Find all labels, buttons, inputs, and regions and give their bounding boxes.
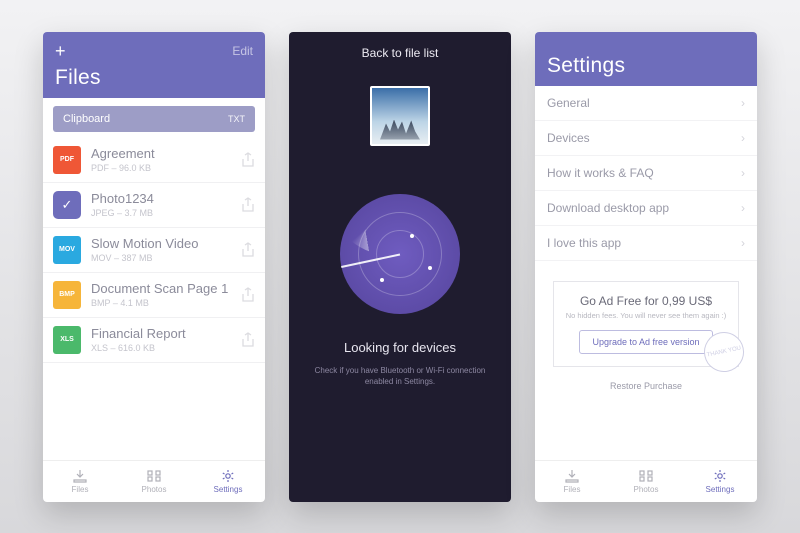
promo-title: Go Ad Free for 0,99 US$ <box>564 294 728 308</box>
tab-files[interactable]: Files <box>535 469 609 494</box>
gear-icon <box>712 469 728 483</box>
settings-row-love[interactable]: I love this app › <box>535 226 757 261</box>
settings-row-desktop[interactable]: Download desktop app › <box>535 191 757 226</box>
file-list: PDF Agreement PDF – 96.0 KB ✓ Photo1234 … <box>43 138 265 460</box>
radar-needle <box>341 254 400 268</box>
tab-settings[interactable]: Settings <box>683 469 757 494</box>
hint-text: Check if you have Bluetooth or Wi-Fi con… <box>289 365 511 387</box>
page-title: Settings <box>547 54 745 78</box>
list-item[interactable]: MOV Slow Motion Video MOV – 387 MB <box>43 228 265 273</box>
clipboard-row[interactable]: Clipboard TXT <box>53 106 255 132</box>
files-header: + Edit Files <box>43 32 265 98</box>
file-thumbnail-area <box>289 86 511 146</box>
chevron-right-icon: › <box>741 131 745 145</box>
share-icon[interactable] <box>241 332 255 348</box>
settings-row-general[interactable]: General › <box>535 86 757 121</box>
clipboard-ext-badge: TXT <box>228 114 245 124</box>
file-meta: MOV – 387 MB <box>91 253 241 263</box>
radar-dot <box>428 266 432 270</box>
list-item[interactable]: XLS Financial Report XLS – 616.0 KB <box>43 318 265 363</box>
file-name: Slow Motion Video <box>91 236 241 251</box>
screen-transfer: Back to file list Looking for devices Ch… <box>289 32 511 502</box>
tab-bar: Files Photos Settings <box>535 460 757 502</box>
radar-sweep <box>330 194 400 264</box>
chevron-right-icon: › <box>741 236 745 250</box>
tab-label: Files <box>72 485 89 494</box>
back-button[interactable]: Back to file list <box>289 32 511 68</box>
photos-grid-icon <box>146 469 162 483</box>
share-icon[interactable] <box>241 152 255 168</box>
row-label: I love this app <box>547 236 621 250</box>
selected-check-icon: ✓ <box>53 191 81 219</box>
row-label: Download desktop app <box>547 201 669 215</box>
clipboard-label: Clipboard <box>63 113 110 125</box>
tab-label: Settings <box>214 485 243 494</box>
file-meta: XLS – 616.0 KB <box>91 343 241 353</box>
tab-label: Settings <box>706 485 735 494</box>
download-icon <box>564 469 580 483</box>
promo-card: Go Ad Free for 0,99 US$ No hidden fees. … <box>553 281 739 367</box>
upgrade-button[interactable]: Upgrade to Ad free version <box>579 330 712 354</box>
settings-row-devices[interactable]: Devices › <box>535 121 757 156</box>
settings-header: Settings <box>535 32 757 86</box>
share-icon[interactable] <box>241 287 255 303</box>
status-text: Looking for devices <box>289 340 511 355</box>
restore-purchase-button[interactable]: Restore Purchase <box>535 381 757 391</box>
radar-scanner <box>340 194 460 314</box>
gear-icon <box>220 469 236 483</box>
share-icon[interactable] <box>241 242 255 258</box>
screen-files: + Edit Files Clipboard TXT PDF Agreement… <box>43 32 265 502</box>
tab-photos[interactable]: Photos <box>609 469 683 494</box>
file-name: Agreement <box>91 146 241 161</box>
settings-row-faq[interactable]: How it works & FAQ › <box>535 156 757 191</box>
tab-label: Files <box>564 485 581 494</box>
download-icon <box>72 469 88 483</box>
photos-grid-icon <box>638 469 654 483</box>
screen-settings: Settings General › Devices › How it work… <box>535 32 757 502</box>
list-item[interactable]: PDF Agreement PDF – 96.0 KB <box>43 138 265 183</box>
row-label: General <box>547 96 590 110</box>
tab-photos[interactable]: Photos <box>117 469 191 494</box>
row-label: Devices <box>547 131 590 145</box>
file-meta: JPEG – 3.7 MB <box>91 208 241 218</box>
radar-dot <box>380 278 384 282</box>
list-item[interactable]: ✓ Photo1234 JPEG – 3.7 MB <box>43 183 265 228</box>
chevron-right-icon: › <box>741 166 745 180</box>
filetype-badge: BMP <box>53 281 81 309</box>
file-meta: BMP – 4.1 MB <box>91 298 241 308</box>
list-item[interactable]: BMP Document Scan Page 1 BMP – 4.1 MB <box>43 273 265 318</box>
tab-settings[interactable]: Settings <box>191 469 265 494</box>
file-name: Financial Report <box>91 326 241 341</box>
filetype-badge: PDF <box>53 146 81 174</box>
edit-button[interactable]: Edit <box>232 44 253 58</box>
file-name: Photo1234 <box>91 191 241 206</box>
settings-list: General › Devices › How it works & FAQ ›… <box>535 86 757 261</box>
file-meta: PDF – 96.0 KB <box>91 163 241 173</box>
row-label: How it works & FAQ <box>547 166 654 180</box>
chevron-right-icon: › <box>741 201 745 215</box>
file-thumbnail[interactable] <box>370 86 430 146</box>
chevron-right-icon: › <box>741 96 745 110</box>
tab-files[interactable]: Files <box>43 469 117 494</box>
tab-label: Photos <box>634 485 659 494</box>
filetype-badge: MOV <box>53 236 81 264</box>
file-name: Document Scan Page 1 <box>91 281 241 296</box>
page-title: Files <box>55 66 253 90</box>
tab-label: Photos <box>142 485 167 494</box>
tab-bar: Files Photos Settings <box>43 460 265 502</box>
share-icon[interactable] <box>241 197 255 213</box>
add-icon[interactable]: + <box>55 44 66 58</box>
filetype-badge: XLS <box>53 326 81 354</box>
radar-dot <box>410 234 414 238</box>
promo-subtitle: No hidden fees. You will never see them … <box>564 311 728 320</box>
